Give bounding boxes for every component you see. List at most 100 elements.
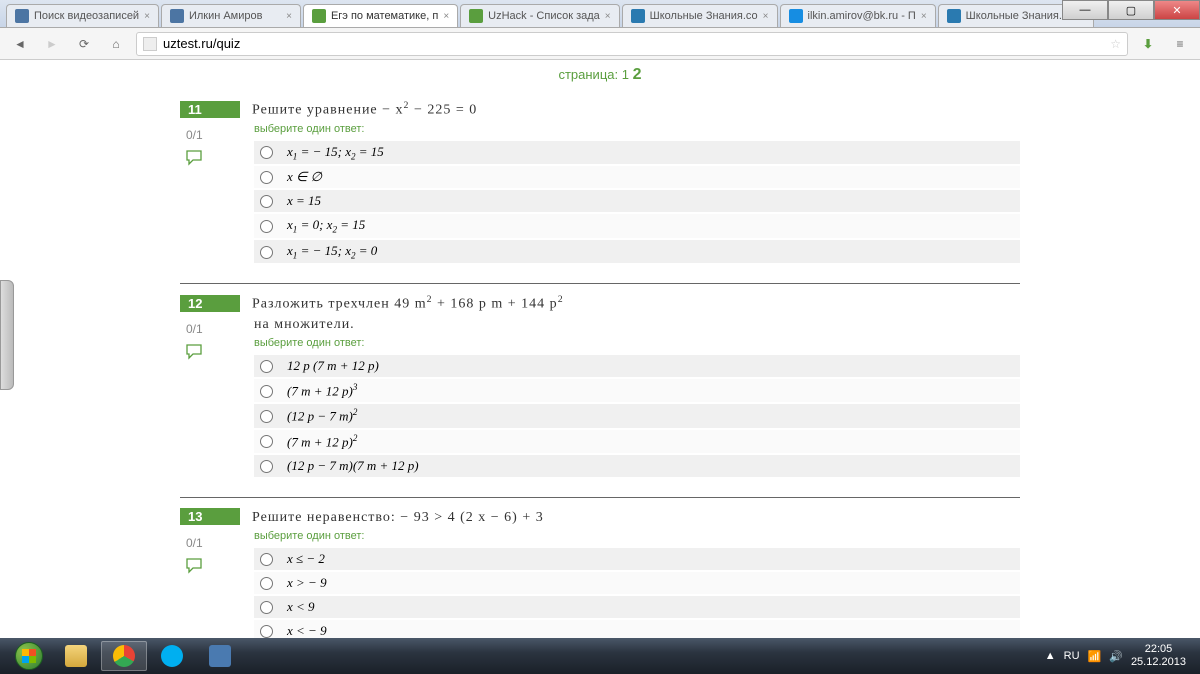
- question-score: 0/1: [186, 322, 204, 336]
- pagination-label: страница:: [558, 67, 618, 82]
- browser-tab[interactable]: Егэ по математике, п×: [303, 4, 458, 27]
- taskbar-app-explorer[interactable]: [53, 641, 99, 671]
- tab-close-icon[interactable]: ×: [144, 11, 150, 22]
- tray-clock[interactable]: 22:05 25.12.2013: [1131, 643, 1186, 669]
- question-score-side: 0/1: [186, 322, 204, 363]
- question-body: выберите один ответ:x1 = − 15; x2 = 15x …: [254, 123, 1020, 264]
- question-score: 0/1: [186, 128, 204, 142]
- question-score: 0/1: [186, 536, 204, 550]
- tab-close-icon[interactable]: ×: [921, 11, 927, 22]
- page-icon: [143, 37, 157, 51]
- answer-option[interactable]: x < − 9: [254, 620, 1020, 638]
- answer-text: (12 p − 7 m)2: [287, 407, 357, 424]
- answer-option[interactable]: x ∈ ∅: [254, 166, 1020, 188]
- answer-radio[interactable]: [260, 146, 273, 159]
- tab-close-icon[interactable]: ×: [443, 11, 449, 22]
- answer-radio[interactable]: [260, 246, 273, 259]
- start-button[interactable]: [6, 640, 52, 672]
- menu-button[interactable]: ≡: [1168, 32, 1192, 56]
- answer-radio[interactable]: [260, 601, 273, 614]
- answer-option[interactable]: (12 p − 7 m)(7 m + 12 p): [254, 455, 1020, 477]
- bookmark-icon[interactable]: ☆: [1110, 37, 1121, 51]
- answer-radio[interactable]: [260, 625, 273, 638]
- answer-option[interactable]: (7 m + 12 p)3: [254, 379, 1020, 402]
- answer-text: (7 m + 12 p)3: [287, 382, 357, 399]
- system-tray[interactable]: ▲ RU 📶 🔊 22:05 25.12.2013: [1037, 643, 1194, 669]
- window-minimize-button[interactable]: —: [1062, 0, 1108, 20]
- tray-language[interactable]: RU: [1064, 650, 1080, 662]
- tab-close-icon[interactable]: ×: [763, 11, 769, 22]
- comment-icon[interactable]: [186, 344, 204, 363]
- browser-tab[interactable]: UzHack - Список зада ×: [460, 4, 619, 27]
- question-number: 13: [180, 508, 240, 525]
- answer-option[interactable]: (7 m + 12 p)2: [254, 430, 1020, 453]
- answer-option[interactable]: x1 = 0; x2 = 15: [254, 214, 1020, 238]
- tab-title: Школьные Знания.со: [966, 10, 1074, 22]
- answer-radio[interactable]: [260, 577, 273, 590]
- answer-option[interactable]: x = 15: [254, 190, 1020, 212]
- answer-text: x > − 9: [287, 575, 327, 591]
- answer-text: 12 p (7 m + 12 p): [287, 358, 379, 374]
- answer-text: x ≤ − 2: [287, 551, 325, 567]
- answer-text: x1 = − 15; x2 = 15: [287, 144, 384, 162]
- window-close-button[interactable]: ✕: [1154, 0, 1200, 20]
- answer-option[interactable]: x1 = − 15; x2 = 15: [254, 141, 1020, 165]
- pagination-link[interactable]: 2: [633, 66, 642, 83]
- browser-tab[interactable]: Илкин Амиров×: [161, 4, 301, 27]
- answer-text: x = 15: [287, 193, 321, 209]
- answer-radio[interactable]: [260, 435, 273, 448]
- answer-option[interactable]: x < 9: [254, 596, 1020, 618]
- browser-tab[interactable]: Школьные Знания.со×: [622, 4, 778, 27]
- reload-button[interactable]: ⟳: [72, 32, 96, 56]
- taskbar-app-skype[interactable]: [149, 641, 195, 671]
- tab-close-icon[interactable]: ×: [605, 11, 611, 22]
- answer-radio[interactable]: [260, 220, 273, 233]
- address-bar[interactable]: ☆: [136, 32, 1128, 56]
- comment-icon[interactable]: [186, 150, 204, 169]
- tab-favicon: [789, 9, 803, 23]
- tray-flag-icon[interactable]: ▲: [1045, 650, 1056, 662]
- answer-option[interactable]: 12 p (7 m + 12 p): [254, 355, 1020, 377]
- tab-close-icon[interactable]: ×: [286, 11, 292, 22]
- answer-option[interactable]: x1 = − 15; x2 = 0: [254, 240, 1020, 264]
- question-body: выберите один ответ:x ≤ − 2x > − 9x < 9x…: [254, 530, 1020, 638]
- tab-title: Поиск видеозаписей: [34, 10, 139, 22]
- tab-title: ilkin.amirov@bk.ru - П: [808, 10, 916, 22]
- window-maximize-button[interactable]: ▢: [1108, 0, 1154, 20]
- answer-radio[interactable]: [260, 195, 273, 208]
- answer-option[interactable]: (12 p − 7 m)2: [254, 404, 1020, 427]
- question-block: 13 Решите неравенство: − 93 > 4 (2 x − 6)…: [180, 497, 1020, 638]
- answer-text: x ∈ ∅: [287, 169, 322, 185]
- question-number: 12: [180, 295, 240, 312]
- taskbar-app-chrome[interactable]: [101, 641, 147, 671]
- tray-network-icon[interactable]: 📶: [1088, 650, 1102, 663]
- download-icon[interactable]: ⬇: [1136, 32, 1160, 56]
- answer-text: x < 9: [287, 599, 315, 615]
- tab-favicon: [312, 9, 326, 23]
- answer-option[interactable]: x ≤ − 2: [254, 548, 1020, 570]
- answer-radio[interactable]: [260, 553, 273, 566]
- answer-radio[interactable]: [260, 360, 273, 373]
- answer-radio[interactable]: [260, 171, 273, 184]
- browser-tab[interactable]: Поиск видеозаписей ×: [6, 4, 159, 27]
- answer-option[interactable]: x > − 9: [254, 572, 1020, 594]
- comment-icon[interactable]: [186, 558, 204, 577]
- url-input[interactable]: [163, 36, 1106, 51]
- question-text: Разложить трехчлен 49 m2 + 168 p m + 144…: [252, 294, 564, 313]
- answer-text: x < − 9: [287, 623, 327, 638]
- browser-tab[interactable]: ilkin.amirov@bk.ru - П ×: [780, 4, 936, 27]
- taskbar-app-other[interactable]: [197, 641, 243, 671]
- home-button[interactable]: ⌂: [104, 32, 128, 56]
- answer-instruction: выберите один ответ:: [254, 337, 1020, 349]
- back-button[interactable]: ◄: [8, 32, 32, 56]
- tray-volume-icon[interactable]: 🔊: [1109, 650, 1123, 663]
- question-text: Решите неравенство: − 93 > 4 (2 x − 6) +…: [252, 510, 544, 526]
- side-scroll-handle[interactable]: [0, 280, 14, 390]
- answer-radio[interactable]: [260, 460, 273, 473]
- tab-title: UzHack - Список зада: [488, 10, 600, 22]
- question-score-side: 0/1: [186, 128, 204, 169]
- forward-button[interactable]: ►: [40, 32, 64, 56]
- answer-radio[interactable]: [260, 410, 273, 423]
- answer-text: x1 = 0; x2 = 15: [287, 217, 365, 235]
- answer-radio[interactable]: [260, 385, 273, 398]
